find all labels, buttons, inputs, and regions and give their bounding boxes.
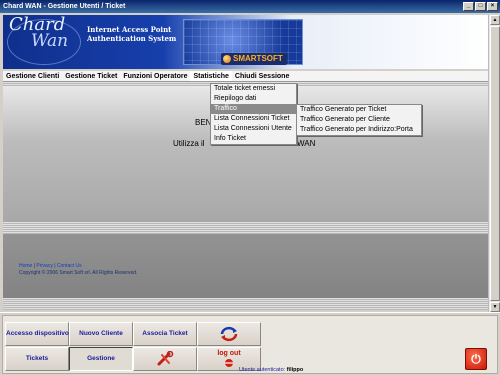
scrollbar-thumb[interactable] <box>490 26 500 301</box>
menu-gestione-clienti[interactable]: Gestione Clienti <box>3 71 62 81</box>
menu-item-traffico-indirizzo-porta[interactable]: Traffico Generato per Indirizzo:Porta <box>297 125 421 135</box>
accesso-dispositivo-button[interactable]: Accesso dispositivo <box>5 322 69 346</box>
menu-item-riepilogo-dati[interactable]: Riepilogo dati <box>211 94 296 104</box>
welcome-text: BEN <box>195 118 212 127</box>
bottom-toolbar: Accesso dispositivo Nuovo Cliente Associ… <box>0 312 500 375</box>
gestione-button[interactable]: Gestione <box>69 347 133 371</box>
instruction-text-left: Utilizza il <box>173 139 205 148</box>
menu-gestione-ticket[interactable]: Gestione Ticket <box>62 71 120 81</box>
tickets-button[interactable]: Tickets <box>5 347 69 371</box>
logout-label: log out <box>217 350 241 357</box>
tagline-line-1: Internet Access Point <box>87 25 172 34</box>
banner-tagline: Internet Access Point Authentication Sys… <box>87 25 176 43</box>
window-controls: _ □ × <box>463 2 498 11</box>
vertical-scrollbar[interactable]: ▲ ▼ <box>488 15 500 312</box>
smartsoft-logo: SMARTSOFT <box>221 53 287 65</box>
minimize-button[interactable]: _ <box>463 2 474 11</box>
traffico-submenu: Traffico Generato per Ticket Traffico Ge… <box>296 104 422 136</box>
logout-icon <box>225 359 233 367</box>
tools-button[interactable] <box>133 347 197 371</box>
bottom-panel: Accesso dispositivo Nuovo Cliente Associ… <box>2 315 498 374</box>
instruction-text-right: WAN <box>297 139 316 148</box>
menu-item-lista-connessioni-utente[interactable]: Lista Connessioni Utente <box>211 124 296 134</box>
menu-item-traffico-cliente[interactable]: Traffico Generato per Cliente <box>297 115 421 125</box>
statistiche-dropdown: Totale ticket emessi Riepilogo dati Traf… <box>210 83 297 145</box>
maximize-button[interactable]: □ <box>475 2 486 11</box>
close-button[interactable]: × <box>487 2 498 11</box>
menu-item-traffico-ticket[interactable]: Traffico Generato per Ticket <box>297 105 421 115</box>
window-title: Chard WAN - Gestione Utenti / Ticket <box>3 3 126 10</box>
menu-item-totale-ticket[interactable]: Totale ticket emessi <box>211 84 296 94</box>
divider-stripe <box>3 298 488 310</box>
footer-link-contact[interactable]: Contact Us <box>57 263 82 269</box>
refresh-button[interactable] <box>197 322 261 346</box>
refresh-icon <box>220 326 238 342</box>
window-title-bar: Chard WAN - Gestione Utenti / Ticket _ □… <box>0 0 500 13</box>
header-banner: Chard Wan Internet Access Point Authenti… <box>3 15 488 69</box>
scroll-down-icon[interactable]: ▼ <box>490 302 500 312</box>
main-menu-bar: Gestione Clienti Gestione Ticket Funzion… <box>3 71 488 82</box>
menu-item-traffico[interactable]: Traffico <box>211 104 296 114</box>
divider-stripe <box>3 222 488 234</box>
wrench-icon <box>157 351 174 366</box>
associa-ticket-button[interactable]: Associa Ticket <box>133 322 197 346</box>
app-logo: Chard Wan <box>9 16 69 51</box>
footer-links: Home | Privacy | Contact Us <box>19 263 82 269</box>
footer-link-home[interactable]: Home <box>19 263 32 269</box>
user-label: Utente autenticato: <box>239 367 286 373</box>
page-footer: Home | Privacy | Contact Us Copyright © … <box>19 263 137 277</box>
power-icon: ⏻ <box>471 351 481 366</box>
menu-item-info-ticket[interactable]: Info Ticket <box>211 134 296 144</box>
logo-text-2: Wan <box>31 31 69 51</box>
footer-copyright: Copyright © 2006 Smart Soft srl. All Rig… <box>19 270 138 276</box>
nuovo-cliente-button[interactable]: Nuovo Cliente <box>69 322 133 346</box>
tagline-line-2: Authentication System <box>87 34 177 43</box>
smartsoft-logo-icon <box>223 55 231 63</box>
menu-chiudi-sessione[interactable]: Chiudi Sessione <box>232 71 292 81</box>
smartsoft-brand-text: SMARTSOFT <box>233 54 283 63</box>
power-button[interactable]: ⏻ <box>465 348 487 370</box>
menu-funzioni-operatore[interactable]: Funzioni Operatore <box>120 71 190 81</box>
authenticated-user: Utente autenticato: filippo <box>239 367 303 373</box>
scroll-up-icon[interactable]: ▲ <box>490 15 500 25</box>
user-name: filippo <box>286 367 304 373</box>
menu-statistiche[interactable]: Statistiche <box>190 71 232 81</box>
menu-item-lista-connessioni-ticket[interactable]: Lista Connessioni Ticket <box>211 114 296 124</box>
footer-link-privacy[interactable]: Privacy <box>36 263 52 269</box>
